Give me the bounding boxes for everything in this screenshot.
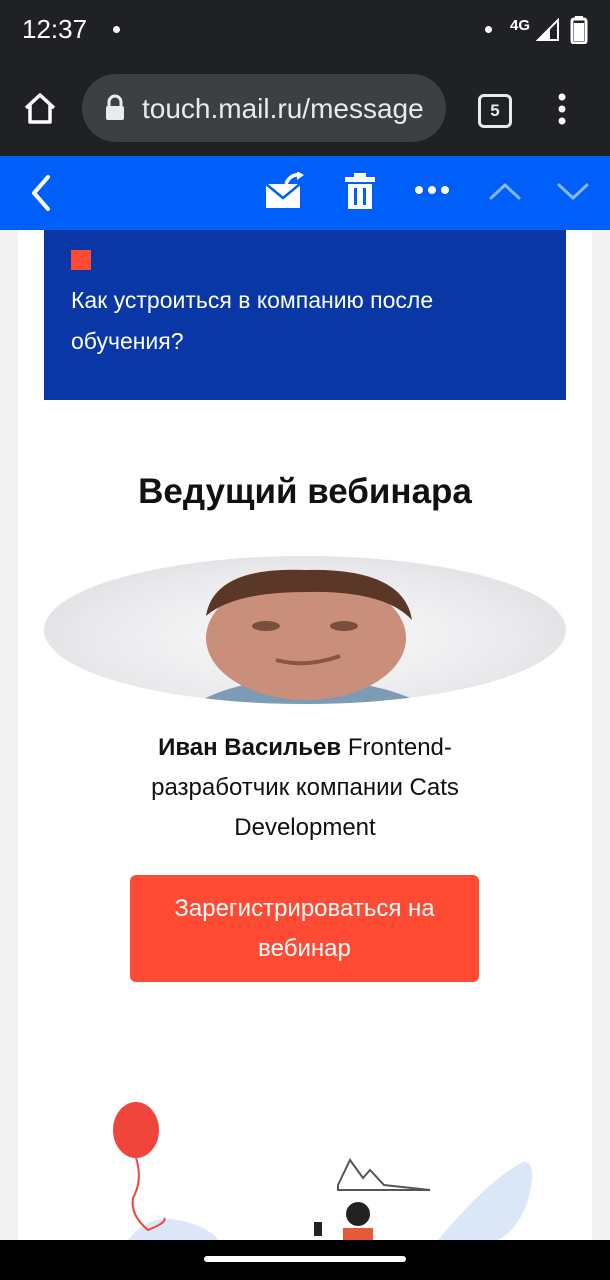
trash-icon[interactable]: [344, 172, 376, 210]
speaker-bio: Иван Васильев Frontend-разработчик компа…: [98, 728, 512, 848]
topic-banner: Как устроиться в компанию после обучения…: [44, 230, 566, 400]
speaker-name: Иван Васильев: [158, 734, 342, 761]
mail-toolbar: [0, 156, 610, 230]
decorative-illustration: [113, 1102, 532, 1240]
notification-dot-icon: [113, 26, 120, 33]
browser-toolbar: touch.mail.ru/message 5: [0, 62, 610, 156]
battery-icon: [570, 16, 588, 44]
register-button-label: Зарегистрироваться на вебинар: [174, 894, 435, 962]
lock-icon: [106, 94, 124, 120]
next-icon[interactable]: [556, 180, 590, 202]
speaker-heading: Ведущий вебинара: [138, 472, 472, 511]
register-button[interactable]: Зарегистрироваться на вебинар: [130, 875, 479, 982]
status-bar: 12:37 4G: [0, 0, 610, 62]
navigation-bar: [0, 1240, 610, 1280]
address-bar[interactable]: touch.mail.ru/message: [82, 74, 446, 142]
tab-switcher-button[interactable]: 5: [478, 94, 512, 128]
forward-mail-icon[interactable]: [264, 172, 306, 210]
speaker-photo: [44, 556, 566, 704]
back-icon[interactable]: [28, 173, 54, 213]
banner-text: Как устроиться в компанию после обучения…: [71, 287, 434, 354]
status-time: 12:37: [22, 14, 88, 44]
more-icon[interactable]: [414, 184, 450, 196]
menu-dots-icon[interactable]: [552, 92, 572, 126]
bullet-square-icon: [71, 250, 91, 270]
speaker-portrait-image: [194, 569, 424, 704]
url-text: touch.mail.ru/message: [142, 93, 424, 124]
signal-icon: [536, 18, 559, 41]
network-type: 4G: [510, 17, 531, 34]
email-body: Как устроиться в компанию после обучения…: [18, 230, 592, 1240]
previous-icon[interactable]: [488, 180, 522, 202]
home-icon[interactable]: [22, 90, 58, 126]
notification-dot-icon: [485, 26, 492, 33]
home-gesture-handle[interactable]: [204, 1256, 406, 1262]
